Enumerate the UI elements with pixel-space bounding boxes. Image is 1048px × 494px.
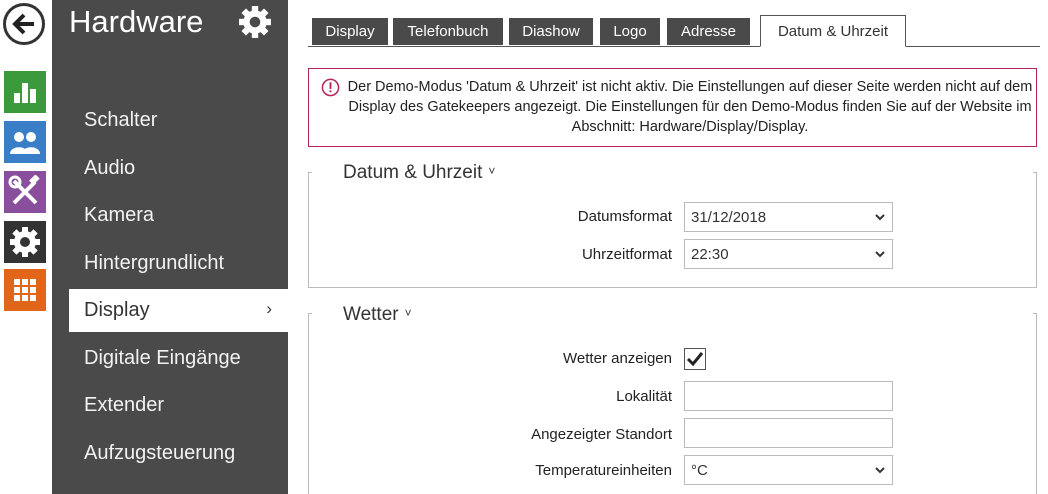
sidebar-item-label: Schalter (84, 109, 158, 131)
tab-display[interactable]: Display (312, 18, 388, 45)
section-title-text: Wetter (343, 304, 399, 325)
time-format-value: 22:30 (691, 245, 729, 263)
time-format-label: Uhrzeitformat (581, 246, 672, 263)
sidebar-item-label: Display (84, 299, 150, 321)
section-border-right (1033, 313, 1037, 494)
rail-hardware-button[interactable] (4, 171, 46, 213)
rail-settings-button[interactable] (4, 221, 46, 263)
locality-input[interactable] (684, 381, 893, 411)
gear-icon (10, 227, 40, 257)
arrow-left-icon (12, 13, 34, 35)
sidebar-title: Hardware (69, 4, 204, 39)
back-button[interactable] (3, 3, 45, 45)
tools-icon (8, 175, 40, 205)
section-border-right (1033, 172, 1037, 288)
sidebar-item-schalter[interactable]: Schalter (69, 99, 288, 142)
chevron-down-icon (875, 467, 885, 474)
date-format-select[interactable]: 31/12/2018 (684, 202, 893, 232)
sidebar-item-aufzugsteuerung[interactable]: Aufzugsteuerung (69, 432, 288, 475)
temperature-units-label: Temperatureinheiten (535, 462, 672, 479)
rail-directory-button[interactable] (4, 121, 46, 163)
section-border-left (308, 313, 312, 494)
checkmark-icon (686, 352, 704, 367)
tab-diashow[interactable]: Diashow (509, 18, 593, 45)
users-icon (10, 132, 40, 154)
section-divider (308, 287, 1037, 288)
date-format-label: Datumsformat (577, 208, 672, 225)
sidebar-item-hintergrundlicht[interactable]: Hintergrundlicht (69, 242, 288, 285)
show-weather-label: Wetter anzeigen (563, 350, 672, 367)
rail-services-button[interactable] (4, 269, 46, 311)
displayed-location-input[interactable] (684, 418, 893, 448)
sidebar-item-label: Hintergrundlicht (84, 252, 225, 274)
tab-logo[interactable]: Logo (600, 18, 660, 45)
icon-rail (0, 0, 52, 494)
demo-mode-alert: Der Demo-Modus 'Datum & Uhrzeit' ist nic… (308, 68, 1037, 147)
chevron-down-icon: ˅ (488, 164, 496, 178)
sidebar-item-label: Kamera (84, 204, 155, 226)
sidebar-item-display[interactable]: Display › (69, 289, 288, 332)
sidebar-item-label: Digitale Eingänge (84, 347, 241, 369)
section-title-weather[interactable]: Wetter ˅ (343, 304, 412, 326)
chevron-down-icon: ˅ (404, 306, 412, 320)
sidebar-item-digitale-eingaenge[interactable]: Digitale Eingänge (69, 337, 288, 380)
section-title-datetime[interactable]: Datum & Uhrzeit ˅ (343, 162, 495, 184)
sidebar-item-label: Audio (84, 157, 136, 179)
gear-icon (239, 6, 271, 38)
tab-adresse[interactable]: Adresse (667, 18, 750, 45)
time-format-select[interactable]: 22:30 (684, 239, 893, 269)
sidebar: Hardware Schalter Audio Kamera Hintergru… (52, 0, 288, 494)
chevron-down-icon (875, 214, 885, 221)
date-format-value: 31/12/2018 (691, 208, 767, 226)
temperature-units-select[interactable]: °C (684, 455, 893, 485)
tab-datum-uhrzeit[interactable]: Datum & Uhrzeit (760, 15, 906, 47)
bar-chart-icon (14, 83, 36, 103)
sidebar-item-label: Aufzugsteuerung (84, 442, 236, 464)
chevron-down-icon (875, 251, 885, 258)
displayed-location-label: Angezeigter Standort (531, 426, 672, 443)
alert-text: Der Demo-Modus 'Datum & Uhrzeit' ist nic… (347, 79, 1033, 135)
chevron-right-icon: › (266, 299, 272, 318)
section-border-left (308, 172, 312, 288)
temperature-units-value: °C (691, 461, 708, 479)
section-title-text: Datum & Uhrzeit (343, 162, 483, 183)
sidebar-item-extender[interactable]: Extender (69, 384, 288, 427)
grid-icon (14, 279, 36, 301)
show-weather-checkbox[interactable] (684, 348, 706, 370)
sidebar-item-kamera[interactable]: Kamera (69, 194, 288, 237)
tab-telefonbuch[interactable]: Telefonbuch (393, 18, 503, 45)
locality-label: Lokalität (616, 388, 672, 405)
tab-bar: Display Telefonbuch Diashow Logo Adresse… (308, 15, 1040, 47)
warning-icon (321, 78, 340, 97)
rail-status-button[interactable] (4, 71, 46, 113)
sidebar-item-label: Extender (84, 394, 165, 416)
sidebar-item-audio[interactable]: Audio (69, 147, 288, 190)
